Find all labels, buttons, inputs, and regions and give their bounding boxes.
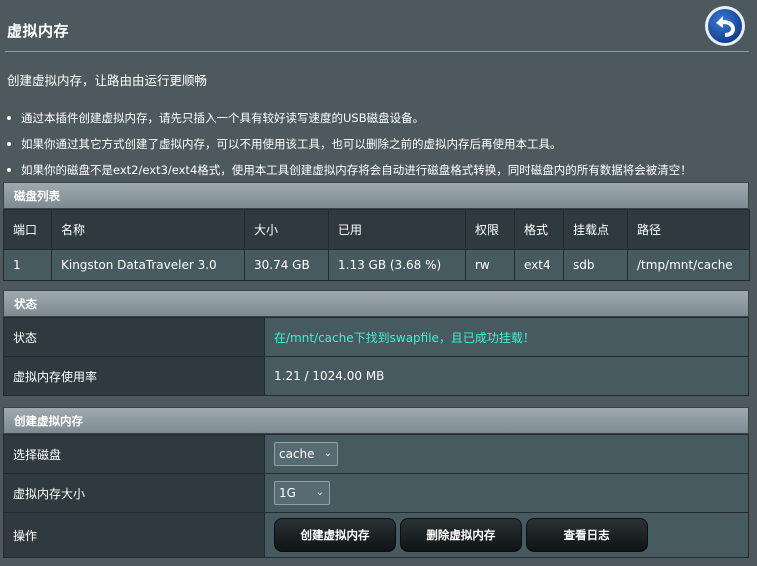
table-cell: 30.74 GB: [244, 249, 329, 281]
status-value: 在/mnt/cache下找到swapfile，且已成功挂载！: [264, 317, 749, 357]
disk-select-label: 选择磁盘: [3, 434, 265, 474]
column-header: 权限: [465, 209, 515, 250]
create-header: 创建虚拟内存: [3, 407, 749, 434]
size-select[interactable]: 1G ⌄: [274, 481, 330, 505]
table-header-row: 端口 名称 大小 已用 权限 格式 挂载点 路径: [3, 209, 750, 250]
create-table: 选择磁盘 cache ⌄ 虚拟内存大小 1G ⌄ 操作 创建虚拟内存 删除虚拟内…: [3, 434, 749, 558]
view-log-button[interactable]: 查看日志: [525, 518, 648, 552]
column-header: 格式: [514, 209, 564, 250]
size-select-label: 虚拟内存大小: [3, 473, 265, 513]
column-header: 端口: [3, 209, 52, 250]
status-table: 状态 在/mnt/cache下找到swapfile，且已成功挂载！ 虚拟内存使用…: [3, 317, 749, 396]
table-cell: rw: [465, 249, 515, 281]
chevron-down-icon: ⌄: [323, 448, 332, 459]
table-cell: ext4: [514, 249, 564, 281]
table-cell: /tmp/mnt/cache: [627, 249, 750, 281]
column-header: 路径: [627, 209, 750, 250]
back-arrow-icon: [705, 6, 745, 46]
note-item: 通过本插件创建虚拟内存，请先只插入一个具有较好读写速度的USB磁盘设备。: [7, 111, 692, 137]
delete-swap-button[interactable]: 删除虚拟内存: [399, 518, 522, 552]
table-row: 1 Kingston DataTraveler 3.0 30.74 GB 1.1…: [3, 249, 750, 281]
title-divider: [5, 51, 749, 52]
back-button[interactable]: [704, 5, 746, 47]
table-cell: 1: [3, 249, 52, 281]
table-cell: sdb: [563, 249, 628, 281]
column-header: 挂载点: [563, 209, 628, 250]
disk-list-header: 磁盘列表: [3, 182, 749, 209]
notes-list: 通过本插件创建虚拟内存，请先只插入一个具有较好读写速度的USB磁盘设备。 如果你…: [7, 111, 692, 189]
action-label: 操作: [3, 512, 265, 558]
page-title: 虚拟内存: [7, 22, 70, 40]
column-header: 大小: [244, 209, 329, 250]
usage-label: 虚拟内存使用率: [3, 356, 265, 396]
table-cell: Kingston DataTraveler 3.0: [51, 249, 245, 281]
create-swap-button[interactable]: 创建虚拟内存: [274, 518, 396, 552]
disk-select-value: cache: [279, 447, 315, 461]
column-header: 名称: [51, 209, 245, 250]
disk-table: 端口 名称 大小 已用 权限 格式 挂载点 路径 1 Kingston Data…: [3, 209, 750, 281]
disk-select[interactable]: cache ⌄: [274, 442, 338, 466]
status-label: 状态: [3, 317, 265, 357]
status-header: 状态: [3, 290, 749, 317]
page-subtitle: 创建虚拟内存，让路由由运行更顺畅: [7, 73, 208, 88]
size-select-value: 1G: [279, 486, 296, 500]
column-header: 已用: [328, 209, 466, 250]
table-cell: 1.13 GB (3.68 %): [328, 249, 466, 281]
usage-value: 1.21 / 1024.00 MB: [264, 356, 749, 396]
chevron-down-icon: ⌄: [315, 487, 324, 498]
note-item: 如果你通过其它方式创建了虚拟内存，可以不用使用该工具，也可以删除之前的虚拟内存后…: [7, 137, 692, 163]
